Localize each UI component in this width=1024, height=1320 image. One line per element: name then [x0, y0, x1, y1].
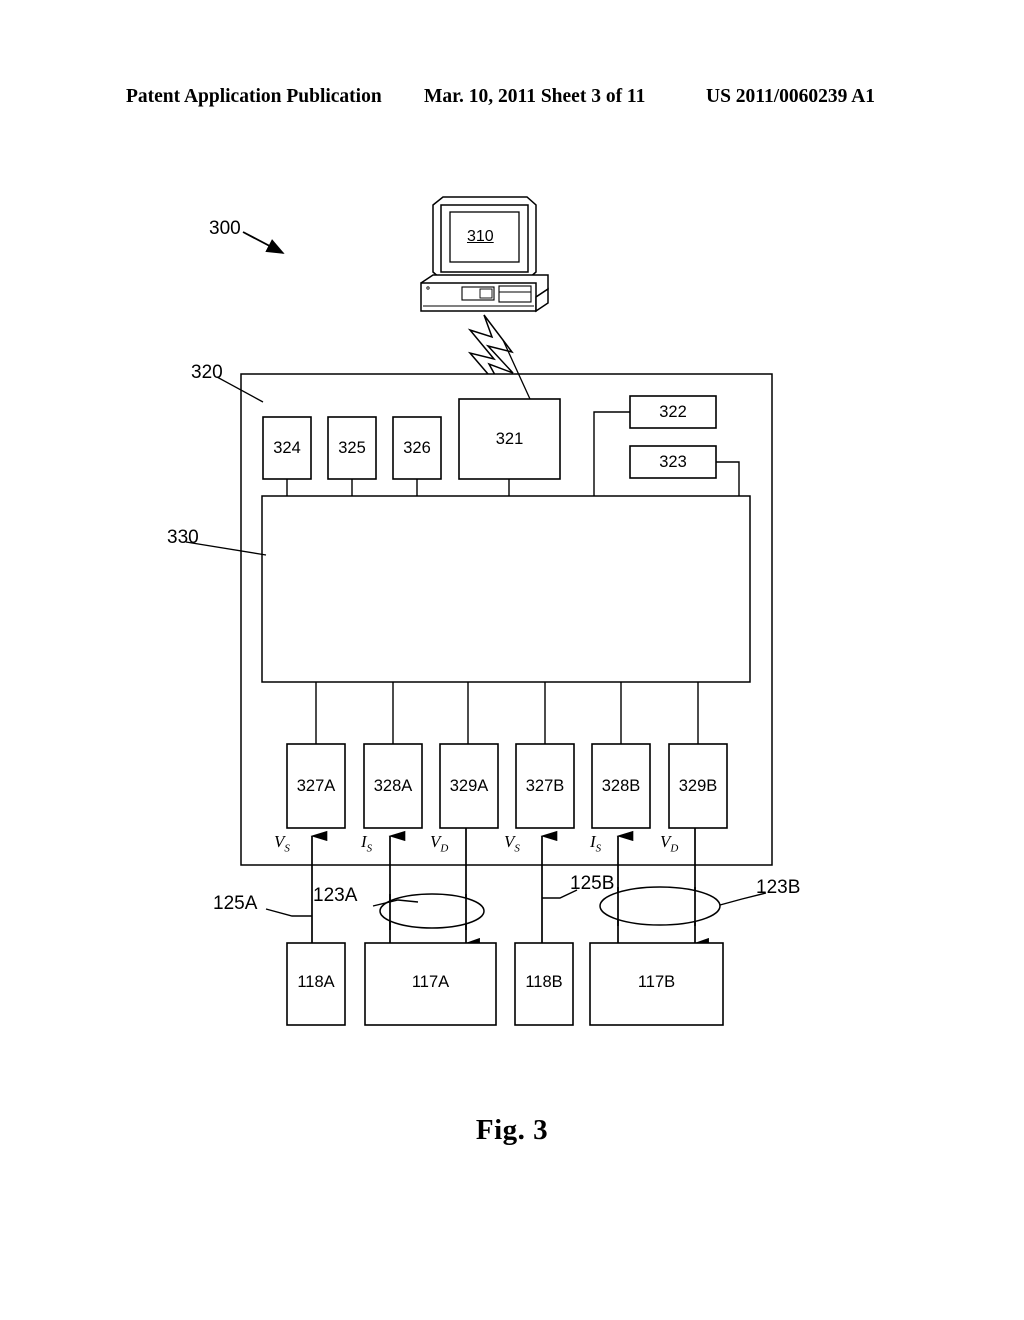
signal-symbol: V [274, 832, 285, 851]
block-label-323: 323 [659, 453, 687, 471]
block-label-325: 325 [338, 439, 366, 457]
figure-caption: Fig. 3 [475, 1114, 549, 1146]
system-leader-arrow [242, 231, 285, 254]
block-label-324: 324 [273, 439, 301, 457]
block-330 [261, 495, 751, 683]
ref-label-125B: 125B [570, 873, 615, 894]
block-label-328B: 328B [601, 777, 641, 795]
block-label-326: 326 [403, 439, 431, 457]
signal-subscript: D [440, 842, 449, 855]
block-label-329A: 329A [449, 777, 489, 795]
ref-label-123B: 123B [756, 877, 801, 898]
ref-label-125A: 125A [213, 893, 258, 914]
signal-subscript: D [670, 842, 679, 855]
block-label-117B: 117B [637, 973, 676, 991]
computer-label-310: 310 [467, 228, 494, 245]
block-label-328A: 328A [373, 777, 413, 795]
signal-symbol: V [430, 832, 441, 851]
ref-label-330: 330 [167, 527, 199, 548]
ref-label-300: 300 [209, 218, 241, 239]
coupling-loop-123A [379, 893, 485, 929]
block-label-327A: 327A [296, 777, 336, 795]
block-label-322: 322 [659, 403, 687, 421]
signal-subscript: S [366, 842, 373, 855]
ref-label-320: 320 [191, 362, 223, 383]
signal-subscript: S [284, 842, 290, 855]
block-label-118A: 118A [297, 973, 335, 991]
signal-symbol: V [504, 832, 515, 851]
block-label-321: 321 [495, 430, 524, 448]
signal-subscript: S [595, 842, 602, 855]
signal-symbol: V [660, 832, 671, 851]
signal-label-is-b: IS [590, 833, 601, 854]
signal-label-is-a: IS [361, 833, 372, 854]
patent-figure-3: 300 310 320 330 324 325 326 321 322 323 … [0, 0, 1024, 1320]
signal-label-vd-a: VD [430, 833, 448, 854]
signal-label-vs-b: VS [504, 833, 520, 854]
signal-label-vs-a: VS [274, 833, 290, 854]
signal-label-vd-b: VD [660, 833, 678, 854]
ref-label-123A: 123A [313, 885, 358, 906]
signal-subscript: S [514, 842, 520, 855]
block-label-117A: 117A [411, 973, 450, 991]
computer-illustration [420, 196, 549, 313]
block-label-327B: 327B [525, 777, 565, 795]
block-label-118B: 118B [525, 973, 563, 991]
block-label-329B: 329B [678, 777, 718, 795]
